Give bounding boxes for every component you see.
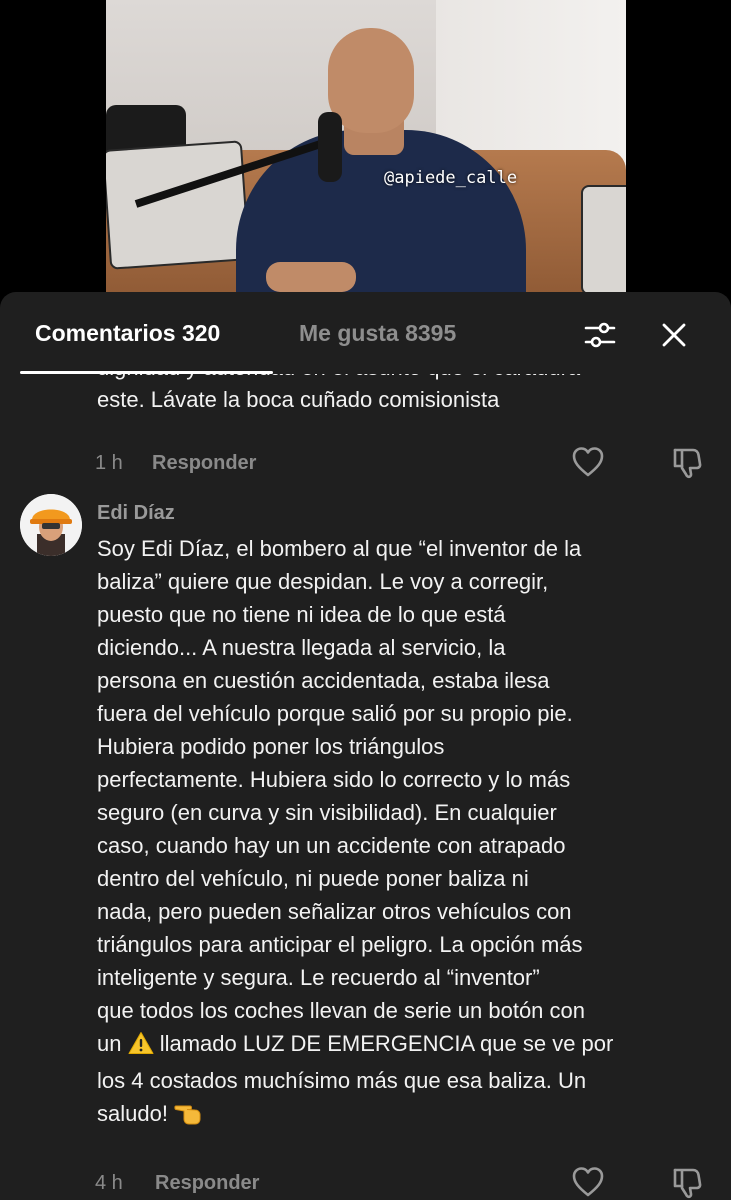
comment-time: 1 h	[95, 452, 123, 474]
printed-cushion	[581, 185, 626, 295]
video-player[interactable]: @apiede_calle	[0, 0, 731, 300]
comment-text: dignidad y autoridad en el asunto que el…	[97, 374, 580, 412]
comment-text-part: Soy Edi Díaz, el bombero al que “el inve…	[97, 536, 585, 1056]
heart-icon[interactable]	[570, 1164, 606, 1200]
comment-time: 4 h	[95, 1172, 123, 1194]
video-watermark: @apiede_calle	[384, 168, 518, 188]
comments-sheet: Comentarios 320 Me gusta 8395 dignidad y…	[0, 292, 731, 1200]
thumbs-down-icon[interactable]	[669, 444, 705, 480]
tab-comments[interactable]: Comentarios 320	[35, 320, 220, 347]
pointing-hand-icon	[174, 1097, 204, 1134]
comments-list[interactable]: dignidad y autoridad en el asunto que el…	[0, 374, 731, 1200]
comment-actions: 4 h Responder	[0, 1164, 731, 1200]
tab-likes[interactable]: Me gusta 8395	[299, 320, 456, 347]
microphone	[318, 112, 342, 182]
comment-actions: 1 h Responder	[0, 444, 731, 484]
video-frame[interactable]: @apiede_calle	[106, 0, 626, 300]
filter-sliders-icon[interactable]	[583, 318, 617, 352]
reply-button[interactable]: Responder	[155, 1172, 259, 1195]
person-hand	[266, 262, 356, 292]
comment-author[interactable]: Edi Díaz	[97, 502, 175, 525]
reply-button[interactable]: Responder	[152, 452, 256, 475]
thumbs-down-icon[interactable]	[669, 1164, 705, 1200]
avatar[interactable]	[20, 494, 82, 556]
comment-text: Soy Edi Díaz, el bombero al que “el inve…	[97, 532, 717, 1134]
warning-icon	[128, 1031, 154, 1064]
printed-cushion	[106, 140, 251, 270]
close-icon[interactable]	[657, 318, 691, 352]
heart-icon[interactable]	[570, 444, 606, 480]
sheet-tabs: Comentarios 320 Me gusta 8395	[0, 292, 731, 374]
